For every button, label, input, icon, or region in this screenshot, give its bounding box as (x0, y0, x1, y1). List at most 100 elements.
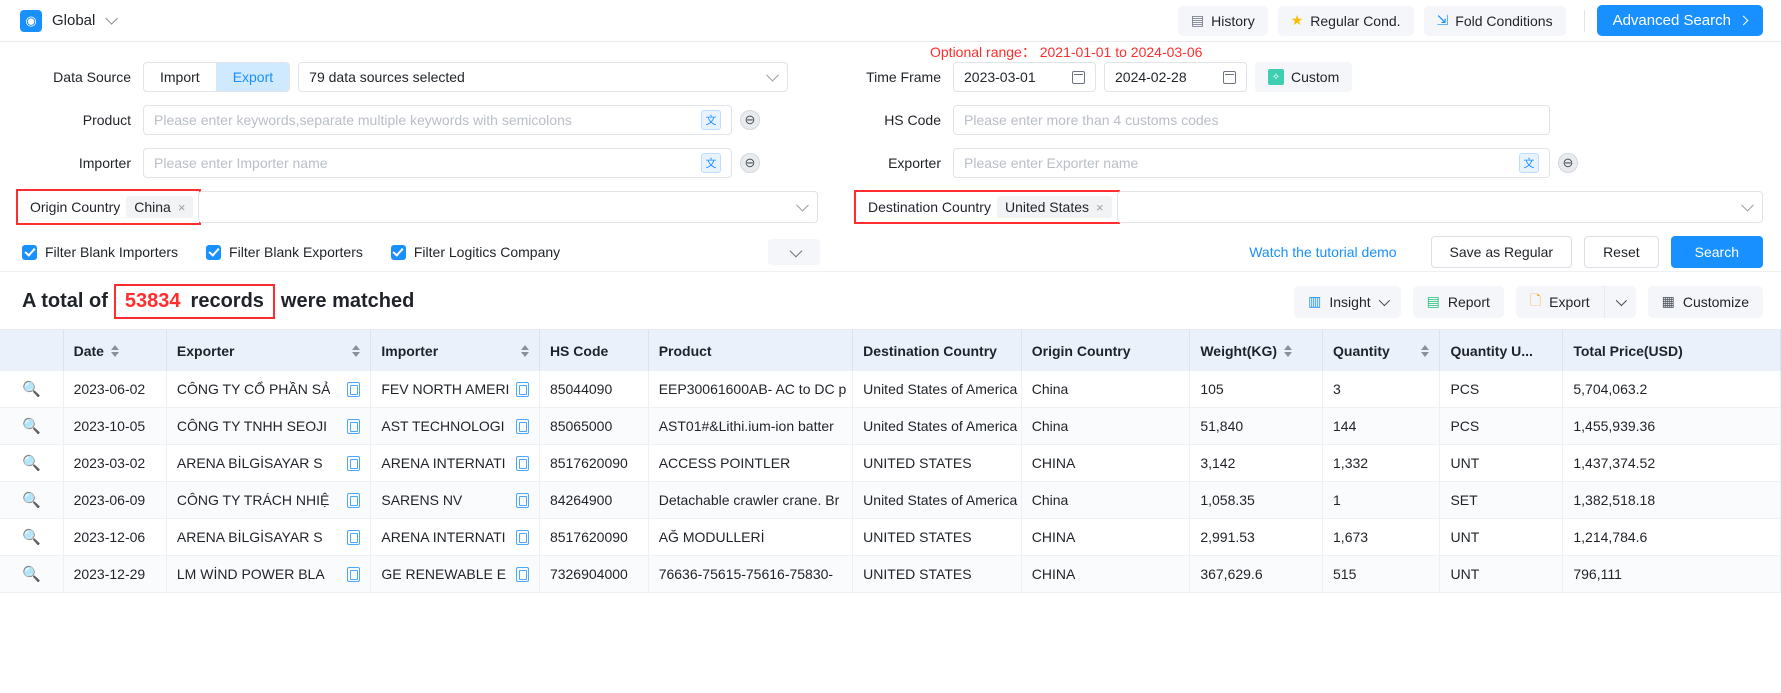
close-icon[interactable]: × (1096, 200, 1104, 215)
export-dropdown-button[interactable] (1604, 286, 1636, 318)
product-input[interactable]: Please enter keywords,separate multiple … (143, 105, 732, 135)
sort-icon[interactable] (1421, 345, 1429, 357)
copy-icon[interactable] (516, 456, 529, 471)
table-row[interactable]: 🔍 2023-06-02 CÔNG TY CỔ PHẦN SẢ FEV NORT… (0, 371, 1781, 408)
reset-button[interactable]: Reset (1584, 236, 1659, 268)
time-frame-end-input[interactable]: 2024-02-28 (1104, 62, 1247, 92)
copy-icon[interactable] (347, 530, 360, 545)
tutorial-demo-link[interactable]: Watch the tutorial demo (1249, 244, 1396, 260)
checkbox-icon[interactable] (391, 245, 406, 260)
table-row[interactable]: 🔍 2023-06-09 CÔNG TY TRÁCH NHIỆ SARENS N… (0, 482, 1781, 519)
search-button[interactable]: Search (1671, 236, 1763, 268)
close-icon[interactable]: × (178, 200, 186, 215)
import-tab[interactable]: Import (144, 63, 216, 91)
data-sources-select[interactable]: 79 data sources selected (298, 62, 788, 92)
column-header-origin-country[interactable]: Origin Country (1021, 330, 1190, 371)
checkbox-filter-logistics-company[interactable]: Filter Logitics Company (391, 244, 560, 260)
column-header-hs-code[interactable]: HS Code (539, 330, 648, 371)
advanced-search-button[interactable]: Advanced Search (1597, 5, 1763, 36)
sort-icon[interactable] (1284, 345, 1292, 357)
fold-conditions-button[interactable]: ⇲ Fold Conditions (1424, 6, 1566, 36)
origin-country-tag[interactable]: China × (126, 196, 193, 218)
search-icon[interactable]: 🔍 (10, 491, 53, 509)
sort-icon[interactable] (352, 345, 360, 357)
results-table-wrap[interactable]: Date Exporter Importer (0, 329, 1781, 593)
copy-icon[interactable] (347, 456, 360, 471)
copy-icon[interactable] (516, 530, 529, 545)
custom-range-button[interactable]: ✧ Custom (1255, 62, 1352, 92)
copy-icon[interactable] (516, 382, 529, 397)
cell-importer-text: ARENA INTERNATI (381, 529, 505, 545)
table-row[interactable]: 🔍 2023-10-05 CÔNG TY TNHH SEOJI AST TECH… (0, 408, 1781, 445)
copy-icon[interactable] (347, 419, 360, 434)
table-row[interactable]: 🔍 2023-12-06 ARENA BİLGİSAYAR S ARENA IN… (0, 519, 1781, 556)
column-header-weight[interactable]: Weight(KG) (1190, 330, 1323, 371)
exclude-icon[interactable]: ⊖ (740, 153, 760, 173)
expand-conditions-button[interactable] (768, 239, 820, 265)
column-header-importer[interactable]: Importer (371, 330, 540, 371)
search-icon[interactable]: 🔍 (10, 528, 53, 546)
row-detail-cell[interactable]: 🔍 (0, 371, 63, 408)
destination-country-select[interactable] (1117, 191, 1763, 223)
insight-button[interactable]: ▥ Insight (1294, 286, 1400, 318)
save-as-regular-button[interactable]: Save as Regular (1431, 236, 1573, 268)
regular-cond-button[interactable]: ★ Regular Cond. (1278, 6, 1414, 36)
importer-input[interactable]: Please enter Importer name 文 (143, 148, 732, 178)
column-header-total-price[interactable]: Total Price(USD) (1563, 330, 1781, 371)
column-header-date[interactable]: Date (63, 330, 166, 371)
translate-icon[interactable]: 文 (701, 110, 721, 130)
checkbox-icon[interactable] (206, 245, 221, 260)
exporter-input[interactable]: Please enter Exporter name 文 (953, 148, 1550, 178)
report-button[interactable]: ▤ Report (1413, 286, 1504, 318)
search-icon[interactable]: 🔍 (10, 380, 53, 398)
row-detail-cell[interactable]: 🔍 (0, 556, 63, 593)
data-source-segmented[interactable]: Import Export (143, 62, 290, 92)
global-label[interactable]: Global (52, 12, 95, 29)
checkbox-icon[interactable] (22, 245, 37, 260)
copy-icon[interactable] (347, 567, 360, 582)
column-header-quantity-unit[interactable]: Quantity U... (1440, 330, 1563, 371)
cell-date: 2023-06-02 (63, 371, 166, 408)
checkbox-filter-blank-exporters[interactable]: Filter Blank Exporters (206, 244, 363, 260)
row-detail-cell[interactable]: 🔍 (0, 408, 63, 445)
sort-icon[interactable] (111, 345, 119, 357)
checkbox-filter-blank-importers[interactable]: Filter Blank Importers (22, 244, 178, 260)
search-icon[interactable]: 🔍 (10, 417, 53, 435)
customize-button[interactable]: ▦ Customize (1648, 286, 1763, 318)
exporter-placeholder: Please enter Exporter name (964, 155, 1138, 171)
cell-exporter: CÔNG TY TNHH SEOJI (166, 408, 370, 445)
column-header-product[interactable]: Product (648, 330, 852, 371)
copy-icon[interactable] (516, 567, 529, 582)
origin-country-label: Origin Country (30, 199, 120, 215)
cell-importer-text: FEV NORTH AMERI (381, 381, 509, 397)
translate-icon[interactable]: 文 (701, 153, 721, 173)
hs-code-input[interactable]: Please enter more than 4 customs codes (953, 105, 1550, 135)
sort-icon[interactable] (521, 345, 529, 357)
origin-country-select[interactable] (198, 191, 818, 223)
time-frame-start-input[interactable]: 2023-03-01 (953, 62, 1096, 92)
column-header-destination-country[interactable]: Destination Country (853, 330, 1022, 371)
copy-icon[interactable] (516, 419, 529, 434)
translate-icon[interactable]: 文 (1519, 153, 1539, 173)
table-row[interactable]: 🔍 2023-03-02 ARENA BİLGİSAYAR S ARENA IN… (0, 445, 1781, 482)
exclude-icon[interactable]: ⊖ (740, 110, 760, 130)
row-detail-cell[interactable]: 🔍 (0, 482, 63, 519)
search-icon[interactable]: 🔍 (10, 565, 53, 583)
table-row[interactable]: 🔍 2023-12-29 LM WİND POWER BLA GE RENEWA… (0, 556, 1781, 593)
copy-icon[interactable] (347, 493, 360, 508)
chevron-down-icon[interactable] (106, 12, 119, 25)
column-header-quantity[interactable]: Quantity (1323, 330, 1440, 371)
history-button[interactable]: ▤ History (1178, 6, 1268, 36)
export-button[interactable]: 🗋 Export (1516, 286, 1604, 318)
cell-destination-country: United States of America (853, 408, 1022, 445)
row-detail-cell[interactable]: 🔍 (0, 519, 63, 556)
search-icon[interactable]: 🔍 (10, 454, 53, 472)
exclude-icon[interactable]: ⊖ (1558, 153, 1578, 173)
row-detail-cell[interactable]: 🔍 (0, 445, 63, 482)
data-source-label: Data Source (18, 69, 143, 85)
destination-country-tag[interactable]: United States × (997, 196, 1112, 218)
copy-icon[interactable] (347, 382, 360, 397)
column-header-exporter[interactable]: Exporter (166, 330, 370, 371)
export-tab[interactable]: Export (217, 63, 289, 91)
copy-icon[interactable] (516, 493, 529, 508)
